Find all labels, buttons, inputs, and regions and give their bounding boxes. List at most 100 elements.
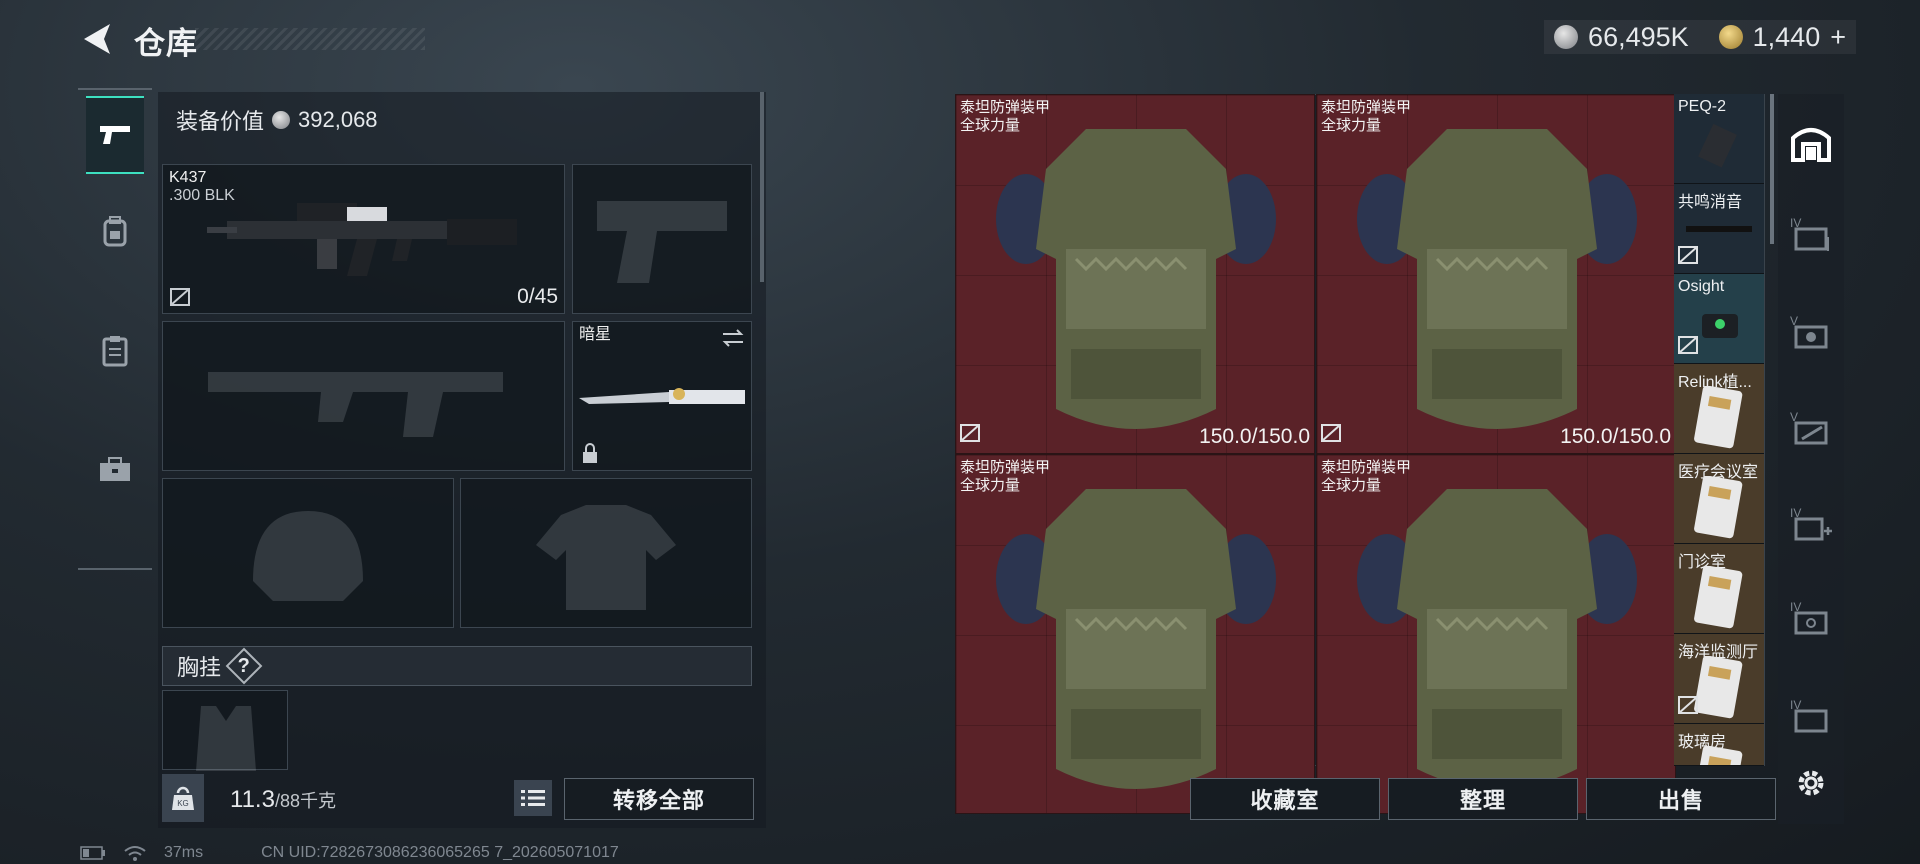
- primary-weapon-slot[interactable]: K437 .300 BLK 0/45: [162, 164, 565, 314]
- no-insurance-icon: [170, 288, 190, 306]
- tier-box-icon: IV: [1790, 216, 1829, 251]
- sell-button[interactable]: 出售: [1586, 778, 1776, 820]
- stash-side-item[interactable]: 共鸣消音: [1674, 184, 1764, 274]
- sidearm-slot[interactable]: [572, 164, 752, 314]
- keycard-image: [1694, 566, 1743, 629]
- armor-name: 泰坦防弹装甲 全球力量: [1321, 459, 1412, 494]
- titan-armor-image: [1357, 129, 1637, 429]
- no-insurance-icon: [1678, 696, 1698, 714]
- weight-current: 11.3: [230, 786, 275, 813]
- settings-button[interactable]: [1786, 758, 1836, 808]
- clipboard-icon: [102, 336, 128, 367]
- add-currency-button[interactable]: +: [1830, 22, 1846, 53]
- rail-weapons-tab[interactable]: [86, 96, 144, 174]
- keycard-image: [1694, 746, 1743, 765]
- tier-gear-icon: IV: [1790, 600, 1828, 635]
- stash-armor-item[interactable]: 泰坦防弹装甲 全球力量 150.0/150.0: [955, 94, 1315, 454]
- rail-clipboard-tab[interactable]: [86, 312, 144, 390]
- stash-armor-item[interactable]: 泰坦防弹装甲 全球力量 150.0/150.0: [1316, 94, 1676, 454]
- filter-tier4-gear-button[interactable]: IV: [1786, 594, 1836, 644]
- armor-name: 泰坦防弹装甲 全球力量: [960, 459, 1051, 494]
- no-insurance-icon: [1678, 246, 1698, 264]
- filter-tier5-item-button[interactable]: V: [1786, 308, 1836, 358]
- no-insurance-icon: [1321, 424, 1341, 442]
- rail-backpack-tab[interactable]: [86, 192, 144, 270]
- secondary-weapon-slot[interactable]: [162, 321, 565, 471]
- tier-misc-icon: IV: [1790, 698, 1828, 733]
- melee-name: 暗星: [579, 326, 612, 343]
- suppressor-image: [1686, 226, 1752, 232]
- tier-item-icon: V: [1790, 314, 1828, 349]
- back-button[interactable]: [78, 20, 114, 58]
- list-view-button[interactable]: [514, 780, 552, 816]
- titan-armor-image: [1357, 489, 1637, 789]
- stash-armor-item[interactable]: 泰坦防弹装甲 全球力量: [955, 454, 1315, 814]
- helmet-slot[interactable]: [162, 478, 454, 628]
- stash-side-item[interactable]: 玻璃房: [1674, 724, 1764, 766]
- user-uid: CN UID:7282673086236065265 7_20260507101…: [261, 844, 619, 861]
- tier-medical-icon: IV: [1790, 506, 1832, 541]
- stash-side-item[interactable]: Relink植...: [1674, 364, 1764, 454]
- filter-tier5-repair-button[interactable]: V: [1786, 404, 1836, 454]
- carry-weight: 11.3/88千克: [230, 786, 336, 814]
- lock-icon: [583, 443, 597, 463]
- stash-scrollbar[interactable]: [1770, 94, 1774, 244]
- filter-all-button[interactable]: [1786, 118, 1836, 168]
- filter-tier4-medical-button[interactable]: IV: [1786, 500, 1836, 550]
- weight-max: /88千克: [274, 791, 336, 811]
- transfer-all-button[interactable]: 转移全部: [564, 778, 754, 820]
- sight-image: [1702, 314, 1738, 338]
- collection-room-button[interactable]: 收藏室: [1190, 778, 1380, 820]
- chest-rig-slot[interactable]: [162, 690, 288, 771]
- rail-toolbox-tab[interactable]: [86, 430, 144, 508]
- keycard-image: [1694, 656, 1743, 719]
- stash-armor-item[interactable]: 泰坦防弹装甲 全球力量: [1316, 454, 1676, 814]
- battery-icon: [80, 846, 105, 860]
- filter-tier4-misc-button[interactable]: IV: [1786, 692, 1836, 742]
- melee-slot[interactable]: 暗星: [572, 321, 752, 471]
- no-insurance-icon: [1678, 336, 1698, 354]
- pistol-icon: [100, 126, 130, 144]
- armor-durability: 150.0/150.0: [1560, 425, 1671, 448]
- no-insurance-icon: [960, 424, 980, 442]
- ammo-count: 0/45: [517, 285, 558, 308]
- kettlebell-icon: KG: [172, 786, 194, 810]
- stash-side-item[interactable]: 门诊室: [1674, 544, 1764, 634]
- knife-image: [579, 388, 745, 404]
- filter-tier4-box-button[interactable]: IV: [1786, 210, 1836, 260]
- titan-armor-image: [996, 489, 1276, 789]
- silver-coin-icon: [272, 111, 291, 129]
- weapon-name: K437: [169, 169, 207, 186]
- stash-side-item[interactable]: 海洋监测厅: [1674, 634, 1764, 724]
- organize-button[interactable]: 整理: [1388, 778, 1578, 820]
- laser-module-image: [1698, 123, 1737, 168]
- body-armor-slot[interactable]: [460, 478, 752, 628]
- armor-placeholder-icon: [536, 505, 676, 610]
- svg-text:KG: KG: [177, 799, 189, 808]
- ping-value: 37ms: [164, 844, 204, 861]
- equipment-value-label: 装备价值: [176, 109, 265, 134]
- equipment-value-amount: 392,068: [298, 107, 378, 132]
- stash-side-item[interactable]: Osight: [1674, 274, 1764, 364]
- armor-name: 泰坦防弹装甲 全球力量: [1321, 99, 1412, 134]
- swap-icon[interactable]: [721, 328, 745, 348]
- category-rail: [78, 88, 152, 570]
- rifle-placeholder-icon: [208, 372, 503, 437]
- help-icon[interactable]: ?: [225, 647, 263, 685]
- title-decoration: [195, 28, 425, 50]
- rifle-image: [207, 203, 517, 276]
- pistol-placeholder-icon: [597, 201, 727, 283]
- stash-side-item[interactable]: PEQ-2: [1674, 94, 1764, 184]
- chest-rig-label: 胸挂: [177, 655, 222, 680]
- titan-armor-image: [996, 129, 1276, 429]
- toolbox-icon: [100, 457, 130, 481]
- armor-durability: 150.0/150.0: [1199, 425, 1310, 448]
- page-title: 仓库: [134, 26, 198, 61]
- equipment-value: 装备价值 392,068: [176, 104, 378, 136]
- helmet-placeholder-icon: [253, 511, 363, 601]
- stash-side-item[interactable]: 医疗会议室: [1674, 454, 1764, 544]
- currency-bar: 66,495K 1,440 +: [1544, 20, 1856, 54]
- rig-placeholder-icon: [196, 706, 256, 771]
- status-bar: 37ms CN UID:7282673086236065265 7_202605…: [80, 844, 619, 862]
- loadout-scrollbar[interactable]: [760, 92, 764, 282]
